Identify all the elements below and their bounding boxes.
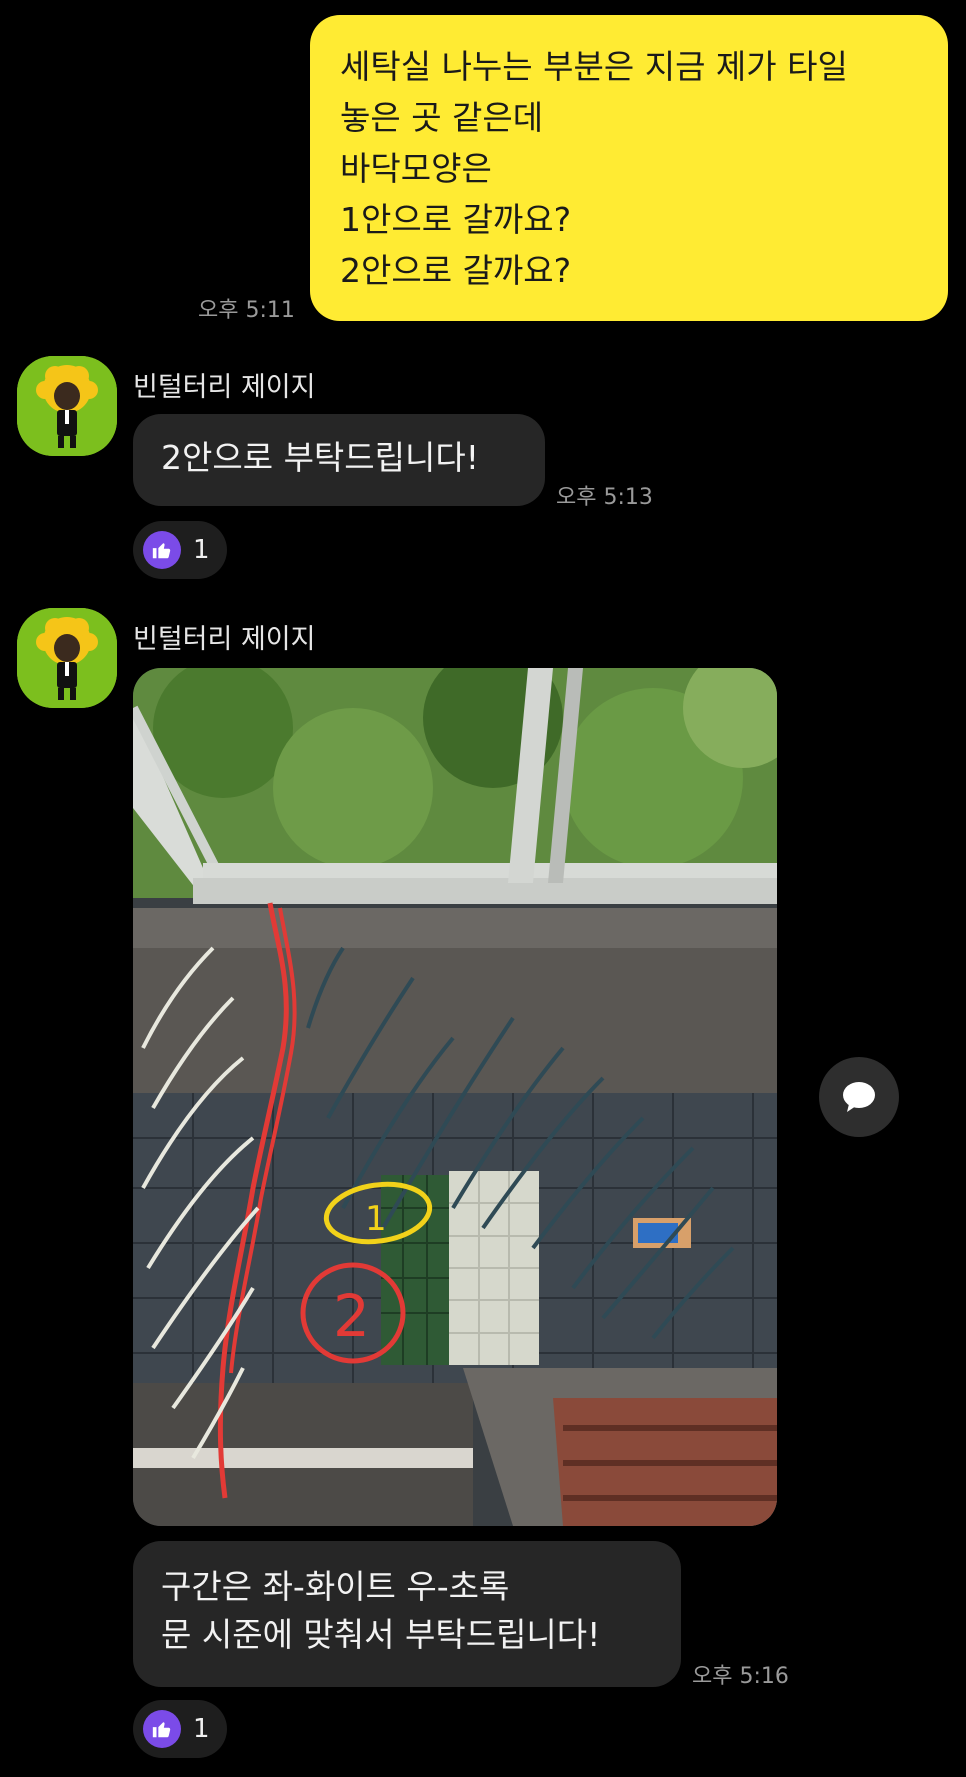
sender-avatar[interactable] (17, 608, 117, 708)
incoming-message-bubble[interactable]: 구간은 좌-화이트 우-초록 문 시준에 맞춰서 부탁드립니다! (133, 1541, 681, 1687)
message-line: 세탁실 나누는 부분은 지금 제가 타일 (340, 47, 848, 86)
message-timestamp: 오후 5:16 (692, 1664, 789, 1689)
message-line: 2안으로 갈까요? (340, 251, 572, 290)
thumbs-up-icon (143, 1710, 181, 1748)
message-line: 1안으로 갈까요? (340, 200, 572, 239)
speech-bubble-icon (843, 1082, 875, 1112)
message-timestamp: 오후 5:13 (556, 485, 653, 510)
character-avatar-icon (17, 356, 117, 456)
annotation-1: 1 (365, 1199, 387, 1239)
message-line: 바닥모양은 (340, 149, 492, 188)
share-button[interactable] (819, 1057, 899, 1137)
annotation-2: 2 (333, 1282, 370, 1350)
sender-name: 빈털터리 제이지 (133, 372, 316, 403)
photo-message[interactable]: 1 2 (133, 668, 777, 1526)
sender-name: 빈털터리 제이지 (133, 624, 316, 655)
incoming-message-bubble[interactable]: 2안으로 부탁드립니다! (133, 414, 545, 506)
sender-avatar[interactable] (17, 356, 117, 456)
reaction-badge[interactable]: 1 (133, 1700, 227, 1758)
character-avatar-icon (17, 608, 117, 708)
outgoing-message-bubble[interactable]: 세탁실 나누는 부분은 지금 제가 타일 놓은 곳 같은데 바닥모양은 1안으로… (310, 15, 948, 321)
thumbs-up-icon (143, 531, 181, 569)
reaction-count: 1 (193, 535, 210, 565)
floor-tile-photo: 1 2 (133, 668, 777, 1526)
message-line: 놓은 곳 같은데 (340, 98, 544, 137)
message-text: 2안으로 부탁드립니다! (161, 438, 479, 477)
message-timestamp: 오후 5:11 (198, 298, 295, 323)
message-line: 문 시준에 맞춰서 부탁드립니다! (161, 1615, 601, 1654)
message-line: 구간은 좌-화이트 우-초록 (161, 1567, 510, 1606)
reaction-count: 1 (193, 1714, 210, 1744)
reaction-badge[interactable]: 1 (133, 521, 227, 579)
